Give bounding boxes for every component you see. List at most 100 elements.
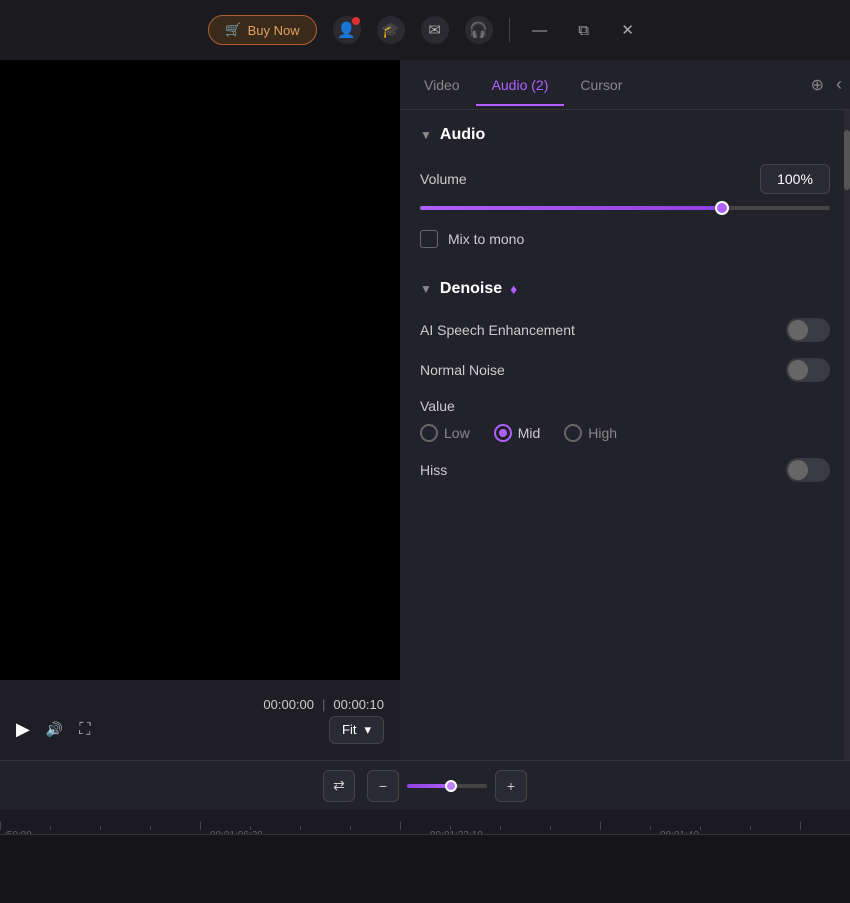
tabs-chevron-button[interactable]: ‹ (836, 74, 842, 95)
buy-now-button[interactable]: 🛒 Buy Now (208, 15, 316, 45)
close-button[interactable]: ✕ (614, 16, 642, 44)
timeline-track (0, 835, 850, 903)
tab-cursor[interactable]: Cursor (564, 65, 638, 105)
video-canvas (0, 60, 400, 680)
tabs-more-button[interactable]: ⊕ (803, 71, 832, 99)
volume-slider-thumb[interactable] (715, 201, 729, 215)
radio-mid[interactable]: Mid (494, 424, 541, 442)
audio-section-title: Audio (440, 126, 485, 144)
volume-slider[interactable] (420, 202, 830, 214)
denoise-section: ▼ Denoise ♦ AI Speech Enhancement Normal… (420, 280, 830, 482)
ruler-tick (0, 822, 1, 830)
ruler-tick (400, 822, 401, 830)
radio-mid-label: Mid (518, 425, 541, 441)
fit-dropdown[interactable]: Fit ▾ (329, 716, 384, 744)
mix-to-mono-row: Mix to mono (420, 230, 830, 248)
minimize-button[interactable]: — (526, 16, 554, 44)
cart-icon: 🛒 (225, 22, 241, 38)
headset-icon: 🎧 (469, 21, 488, 39)
ruler-tick (50, 826, 51, 830)
headset-icon-button[interactable]: 🎧 (465, 16, 493, 44)
ruler-tick (650, 826, 651, 830)
restore-button[interactable]: ⧉ (570, 16, 598, 44)
video-controls: 00:00:00 | 00:00:10 ▶ 🔊 ⛶ Fit ▾ (0, 680, 400, 760)
zoom-in-button[interactable]: + (495, 770, 527, 802)
ai-speech-label: AI Speech Enhancement (420, 322, 786, 338)
radio-low-circle (420, 424, 438, 442)
zoom-out-button[interactable]: − (367, 770, 399, 802)
volume-setting: Volume 100% (420, 164, 830, 214)
tab-video[interactable]: Video (408, 65, 476, 105)
ruler-tick (600, 822, 601, 830)
hiss-label: Hiss (420, 462, 786, 478)
panel-scrollbar[interactable] (844, 110, 850, 760)
restore-icon: ⧉ (578, 22, 589, 39)
play-button[interactable]: ▶ (16, 719, 30, 740)
tabs-bar: Video Audio (2) Cursor ⊕ ‹ (400, 60, 850, 110)
ruler-tick (550, 826, 551, 830)
close-icon: ✕ (621, 21, 634, 39)
swap-icon: ⇄ (333, 777, 345, 794)
buy-now-label: Buy Now (248, 23, 300, 38)
time-display: 00:00:00 | 00:00:10 (16, 697, 384, 712)
volume-value-box[interactable]: 100% (760, 164, 830, 194)
ruler-tick (300, 826, 301, 830)
panel-scrollbar-thumb (844, 130, 850, 190)
mix-to-mono-checkbox[interactable] (420, 230, 438, 248)
hiss-toggle[interactable] (786, 458, 830, 482)
radio-low[interactable]: Low (420, 424, 470, 442)
ai-speech-toggle-thumb (788, 320, 808, 340)
notification-badge (352, 17, 360, 25)
ruler-tick (250, 826, 251, 830)
mail-icon-button[interactable]: ✉ (421, 16, 449, 44)
tab-audio[interactable]: Audio (2) (476, 65, 565, 105)
value-group-label: Value (420, 398, 830, 414)
right-panel: Video Audio (2) Cursor ⊕ ‹ ▼ Audio (400, 60, 850, 760)
normal-noise-toggle-row: Normal Noise (420, 358, 830, 382)
radio-mid-circle (494, 424, 512, 442)
denoise-section-header[interactable]: ▼ Denoise ♦ (420, 280, 830, 298)
ruler-tick (500, 826, 501, 830)
radio-low-label: Low (444, 425, 470, 441)
denoise-collapse-icon: ▼ (420, 282, 432, 296)
volume-slider-track (420, 206, 830, 210)
ruler-tick (750, 826, 751, 830)
premium-diamond-icon: ♦ (510, 281, 517, 297)
denoise-section-title: Denoise (440, 280, 502, 298)
time-end: 00:00:10 (333, 697, 384, 712)
zoom-slider-container: − + (367, 770, 527, 802)
audio-section: ▼ Audio Volume 100% (420, 126, 830, 248)
timeline-controls: ⇄ − + (0, 760, 850, 810)
minimize-icon: — (532, 22, 547, 39)
hiss-toggle-thumb (788, 460, 808, 480)
radio-high-label: High (588, 425, 617, 441)
video-panel: 00:00:00 | 00:00:10 ▶ 🔊 ⛶ Fit ▾ (0, 60, 400, 760)
volume-icon[interactable]: 🔊 (46, 721, 63, 738)
ruler-tick (350, 826, 351, 830)
volume-label: Volume (420, 171, 760, 187)
zoom-slider-thumb (445, 780, 457, 792)
zoom-slider[interactable] (407, 784, 487, 788)
main-area: 00:00:00 | 00:00:10 ▶ 🔊 ⛶ Fit ▾ Video (0, 60, 850, 760)
normal-noise-toggle[interactable] (786, 358, 830, 382)
ruler-tick (700, 826, 701, 830)
fullscreen-icon[interactable]: ⛶ (79, 721, 90, 739)
radio-high[interactable]: High (564, 424, 617, 442)
mix-to-mono-label: Mix to mono (448, 231, 524, 247)
ruler-tick (200, 822, 201, 830)
ai-speech-toggle[interactable] (786, 318, 830, 342)
swap-button[interactable]: ⇄ (323, 770, 355, 802)
ruler-tick (800, 822, 801, 830)
control-row: ▶ 🔊 ⛶ Fit ▾ (16, 716, 384, 744)
time-start: 00:00:00 (263, 697, 314, 712)
profile-icon-button[interactable]: 👤 (333, 16, 361, 44)
audio-section-header[interactable]: ▼ Audio (420, 126, 830, 144)
ruler-tick (450, 826, 451, 830)
radio-options: Low Mid High (420, 424, 830, 442)
value-radio-group: Value Low Mid High (420, 398, 830, 442)
timeline-area: ⇄ − + :50:00 00:01:06:20 00:01:23:10 00:… (0, 760, 850, 903)
toolbar-separator (509, 18, 510, 42)
cap-icon-button[interactable]: 🎓 (377, 16, 405, 44)
volume-value: 100% (777, 171, 813, 187)
hiss-toggle-row: Hiss (420, 458, 830, 482)
